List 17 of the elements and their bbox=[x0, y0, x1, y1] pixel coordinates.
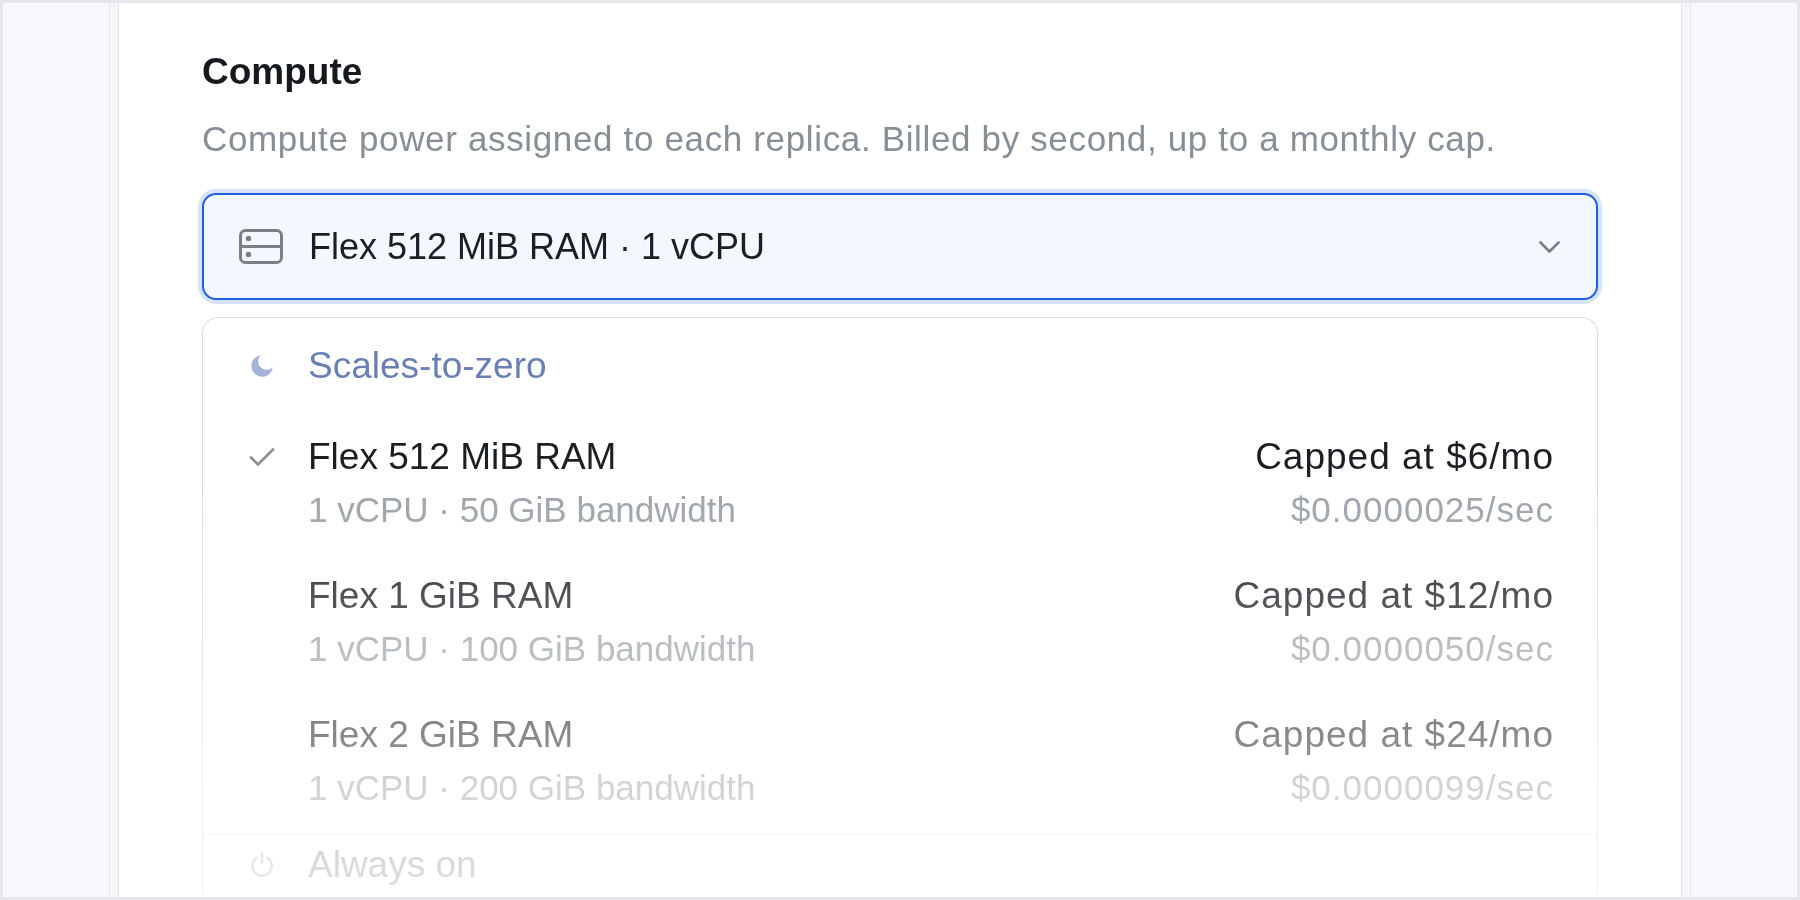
option-specs: 1 vCPU · 50 GiB bandwidth bbox=[308, 489, 736, 531]
option-name[interactable]: Flex 512 MiB RAM bbox=[308, 433, 617, 481]
chevron-down-icon bbox=[1539, 240, 1560, 253]
option-name[interactable]: Flex 2 GiB RAM bbox=[308, 711, 574, 759]
price-rate: $0.0000025/sec bbox=[1290, 489, 1554, 531]
option-name[interactable]: Flex 1 GiB RAM bbox=[308, 572, 574, 620]
group-label: Scales-to-zero bbox=[308, 344, 547, 388]
option-specs: 1 vCPU · 100 GiB bandwidth bbox=[308, 628, 756, 670]
price-rate: $0.0000050/sec bbox=[1290, 628, 1554, 670]
moon-icon bbox=[249, 353, 275, 379]
price-cap: Capped at $6/mo bbox=[1255, 435, 1554, 479]
section-description: Compute power assigned to each replica. Billed by second, up to a monthly cap. bbox=[202, 118, 1496, 160]
price-cap: Capped at $12/mo bbox=[1233, 574, 1554, 618]
price-cap: Capped at $24/mo bbox=[1233, 713, 1554, 757]
server-icon bbox=[239, 229, 283, 264]
power-icon bbox=[249, 852, 275, 878]
section-title: Compute bbox=[202, 50, 363, 94]
